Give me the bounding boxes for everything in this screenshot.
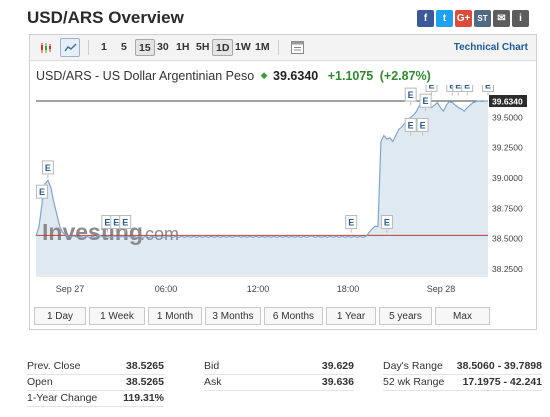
- current-price: 39.6340: [273, 69, 319, 83]
- x-tick-label: 06:00: [155, 284, 178, 294]
- event-marker-label: E: [428, 85, 434, 90]
- y-tick-label: 38.7500: [492, 203, 523, 213]
- range-1-month[interactable]: 1 Month: [148, 307, 202, 325]
- event-marker-label: E: [408, 90, 414, 100]
- event-marker-label: E: [464, 85, 470, 90]
- event-marker-label: E: [45, 163, 51, 173]
- stat-value: 38.5265: [126, 376, 164, 388]
- price-change-pct: (+2.87%): [379, 69, 431, 83]
- stat-value: 119.31%: [123, 392, 164, 404]
- x-tick-label: Sep 27: [56, 284, 85, 294]
- event-marker-label: E: [420, 120, 426, 130]
- x-tick-label: 18:00: [337, 284, 360, 294]
- x-tick-label: Sep 28: [427, 284, 456, 294]
- timeframe-1m[interactable]: 1M: [252, 39, 273, 56]
- range-1-day[interactable]: 1 Day: [34, 307, 86, 325]
- price-chart[interactable]: Investing.comEEEEEEEEEEEEEEEE39.500039.2…: [30, 85, 536, 307]
- range-6-months[interactable]: 6 Months: [264, 307, 323, 325]
- pair-header: USD/ARS - US Dollar Argentinian Peso ◆ 3…: [36, 69, 431, 83]
- up-arrow-icon: ◆: [260, 70, 268, 80]
- stat-value: 38.5265: [126, 360, 164, 372]
- event-marker-label: E: [39, 187, 45, 197]
- facebook-icon[interactable]: f: [417, 10, 434, 27]
- share-bar: f t G+ ST ✉ i: [417, 10, 529, 27]
- event-marker-label: E: [423, 96, 429, 106]
- timeframe-1[interactable]: 1: [98, 39, 110, 56]
- event-marker-label: E: [348, 218, 354, 228]
- twitter-icon[interactable]: t: [436, 10, 453, 27]
- current-price-badge-label: 39.6340: [492, 97, 523, 107]
- timeframe-5h[interactable]: 5H: [193, 39, 212, 56]
- timeframe-1d[interactable]: 1D: [212, 39, 234, 56]
- event-marker-label: E: [485, 85, 491, 90]
- y-tick-label: 39.2500: [492, 143, 523, 153]
- toolbar-divider: [88, 40, 89, 55]
- google-plus-icon[interactable]: G+: [455, 10, 472, 27]
- stat-days-range: Day's Range 38.5060 - 39.7898: [383, 359, 542, 375]
- stat-label: Bid: [204, 360, 220, 372]
- timeframe-5[interactable]: 5: [118, 39, 130, 56]
- settings-panel-icon[interactable]: [287, 38, 307, 57]
- stat-bid: Bid 39.629: [204, 359, 354, 375]
- stat-prev-close: Prev. Close 38.5265: [27, 359, 164, 375]
- event-marker-label: E: [384, 218, 390, 228]
- y-tick-label: 38.5000: [492, 234, 523, 244]
- event-marker-label: E: [455, 85, 461, 90]
- stat-value: 39.629: [321, 360, 354, 372]
- timeframe-30[interactable]: 30: [154, 39, 172, 56]
- stat-open: Open 38.5265: [27, 375, 164, 391]
- y-tick-label: 38.2500: [492, 264, 523, 274]
- investing-watermark-suffix: .com: [140, 224, 179, 244]
- chart-panel: 1 5 15 30 1H 5H 1D 1W 1M Technical Chart…: [29, 34, 537, 330]
- y-tick-label: 39.5000: [492, 112, 523, 122]
- toolbar-divider: [278, 40, 279, 55]
- stat-value: 39.636: [321, 376, 354, 388]
- stat-label: Day's Range: [383, 360, 443, 372]
- event-marker-label: E: [113, 218, 119, 228]
- stat-value: 17.1975 - 42.241: [462, 376, 542, 388]
- timeframe-1w[interactable]: 1W: [232, 39, 254, 56]
- range-1-week[interactable]: 1 Week: [89, 307, 145, 325]
- y-tick-label: 39.0000: [492, 173, 523, 183]
- stat-label: 52 wk Range: [383, 376, 445, 388]
- x-tick-label: 12:00: [247, 284, 270, 294]
- stat-label: Open: [27, 376, 53, 388]
- price-change: +1.1075: [327, 69, 374, 83]
- print-icon[interactable]: i: [512, 10, 529, 27]
- stat-52wk-range: 52 wk Range 17.1975 - 42.241: [383, 375, 542, 391]
- pair-name: USD/ARS - US Dollar Argentinian Peso: [36, 69, 255, 83]
- event-marker-label: E: [122, 218, 128, 228]
- timeframe-15[interactable]: 15: [135, 39, 155, 56]
- chart-toolbar: 1 5 15 30 1H 5H 1D 1W 1M Technical Chart: [30, 35, 536, 61]
- page-title: USD/ARS Overview: [27, 8, 184, 27]
- range-max[interactable]: Max: [435, 307, 490, 325]
- event-marker-label: E: [104, 218, 110, 228]
- range-1-year[interactable]: 1 Year: [326, 307, 376, 325]
- line-chart-icon[interactable]: [60, 38, 80, 57]
- stat-value: 38.5060 - 39.7898: [456, 360, 542, 372]
- stat-label: Ask: [204, 376, 222, 388]
- stat-ask: Ask 39.636: [204, 375, 354, 391]
- stocktwits-icon[interactable]: ST: [474, 10, 491, 27]
- stat-label: 1-Year Change: [27, 392, 98, 404]
- range-selector: 1 Day 1 Week 1 Month 3 Months 6 Months 1…: [34, 307, 493, 325]
- mail-icon[interactable]: ✉: [493, 10, 510, 27]
- candlestick-icon[interactable]: [36, 38, 56, 57]
- range-5-years[interactable]: 5 years: [379, 307, 432, 325]
- technical-chart-link[interactable]: Technical Chart: [454, 42, 528, 53]
- event-marker-label: E: [408, 120, 414, 130]
- timeframe-1h[interactable]: 1H: [173, 39, 192, 56]
- stat-1-year-change: 1-Year Change 119.31%: [27, 391, 164, 407]
- range-3-months[interactable]: 3 Months: [205, 307, 261, 325]
- stat-label: Prev. Close: [27, 360, 81, 372]
